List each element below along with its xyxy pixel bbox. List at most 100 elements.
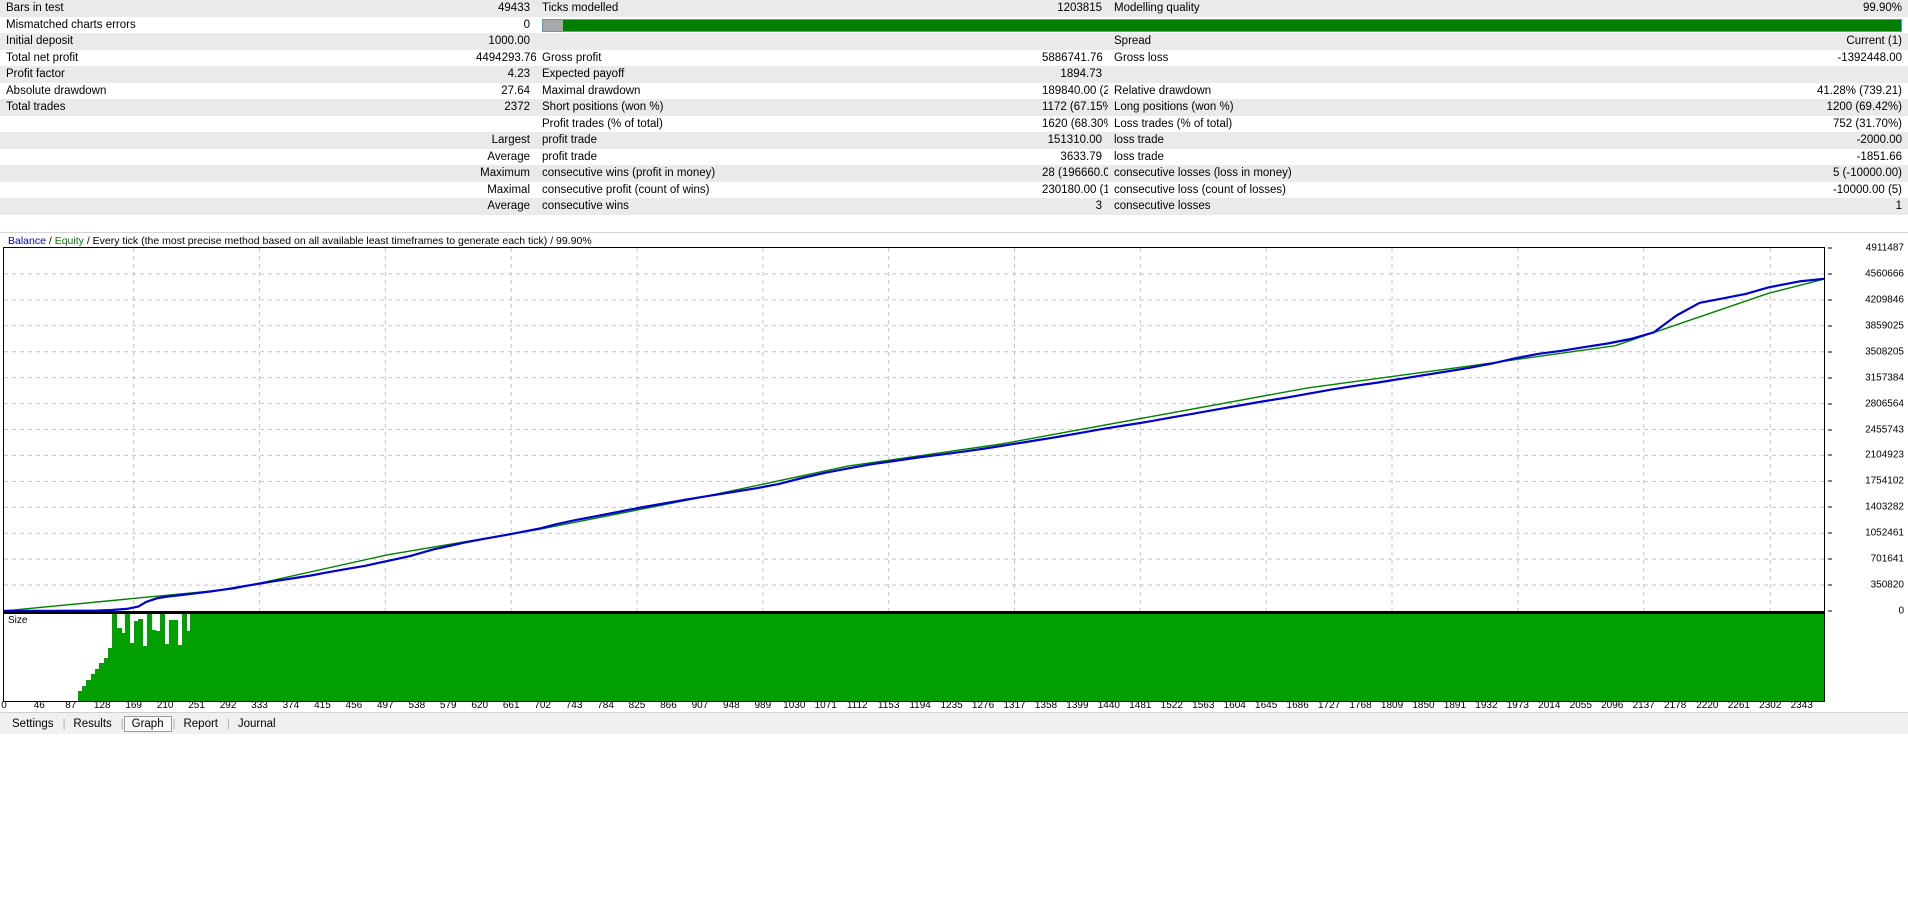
stat-label-2: Expected payoff [542, 68, 625, 80]
x-axis-tick-label: 1030 [783, 700, 806, 711]
y-axis-tick-mark [1828, 325, 1832, 327]
legend-separator: / [45, 235, 55, 247]
stat-label-1: Bars in test [6, 2, 64, 14]
progressbar-green-segment [563, 19, 1901, 31]
stat-label-1: Total net profit [6, 51, 79, 64]
tab-settings[interactable]: Settings [4, 716, 62, 732]
y-axis-tick-mark [1828, 480, 1832, 482]
x-axis-tick-label: 415 [314, 700, 331, 711]
x-axis-tick-label: 128 [93, 700, 111, 711]
x-axis-tick-label: 497 [376, 700, 394, 711]
y-axis-tick-label: 350820 [1870, 579, 1904, 591]
stat-label-2: consecutive wins [542, 200, 629, 212]
stat-value-3: 99.90% [1862, 2, 1902, 14]
x-axis-tick-label: 702 [534, 700, 551, 711]
y-axis-tick-mark [1828, 403, 1832, 405]
y-axis-tick-mark [1828, 558, 1832, 560]
stat-value-1: 4494293.76 [476, 51, 536, 64]
stat-label-2: consecutive profit (count of wins) [542, 183, 710, 196]
x-axis-tick-label: 1399 [1066, 700, 1089, 711]
y-axis-tick-mark [1828, 299, 1832, 301]
y-axis-tick-mark [1828, 506, 1832, 508]
y-axis-tick-label: 1403282 [1865, 501, 1904, 513]
x-axis-tick-label: 1850 [1412, 700, 1435, 711]
table-row: Profit trades (% of total) 1620 (68.30%) L… [0, 115, 1908, 133]
y-axis-tick-label: 0 [1898, 605, 1904, 617]
tab-graph[interactable]: Graph [123, 715, 172, 732]
stat-value-2: 5886741.76 [1042, 51, 1103, 64]
balance-equity-curve [4, 248, 1824, 611]
y-axis-tick-label: 3859025 [1865, 320, 1904, 332]
histogram-bar [1819, 614, 1824, 701]
x-axis-tick-label: 0 [1, 700, 7, 711]
stat-label-1: Initial deposit [6, 35, 74, 47]
stat-label-2: Profit trades (% of total) [542, 117, 663, 130]
tab-results[interactable]: Results [65, 716, 119, 732]
histogram-label: Size [8, 615, 28, 626]
modelling-quality-bar-cell [536, 17, 1908, 34]
x-axis-tick-label: 2137 [1632, 700, 1655, 711]
stat-value-1: 4.23 [507, 68, 530, 80]
stat-label-2: Maximal drawdown [542, 84, 641, 97]
x-axis-tick-label: 1194 [909, 700, 931, 711]
stat-value-1 [470, 116, 536, 133]
x-axis-tick-label: 87 [65, 700, 77, 711]
y-axis-tick-label: 2806564 [1865, 398, 1904, 410]
x-axis-tick-label: 907 [691, 700, 709, 711]
stat-label-3: Gross loss [1114, 51, 1169, 64]
stat-label-3: loss trade [1114, 150, 1164, 163]
stat-value-3: -2000.00 [1856, 134, 1902, 146]
stat-label-2: profit trade [542, 134, 597, 146]
stat-value-3: -10000.00 (5) [1832, 183, 1902, 196]
x-axis-tick-label: 1112 [846, 700, 868, 711]
legend-equity-label[interactable]: Equity [55, 235, 84, 247]
stat-value-1: Maximum [480, 167, 530, 179]
x-axis-tick-label: 374 [282, 700, 300, 711]
y-axis-tick-label: 4911487 [1865, 242, 1904, 254]
lot-size-histogram-panel[interactable]: Size [3, 612, 1825, 702]
y-axis-tick-label: 4560666 [1865, 268, 1904, 280]
x-axis-tick-label: 1727 [1317, 700, 1341, 711]
histogram-bars [4, 614, 1824, 701]
progressbar-grey-segment [543, 19, 563, 31]
stat-value-2: 1894.73 [1060, 68, 1102, 80]
stat-label-3: loss trade [1114, 134, 1164, 146]
chart-plot-area[interactable] [3, 247, 1825, 612]
stat-value-2: 1620 (68.30%) [1042, 117, 1108, 130]
x-axis-tick-label: 1645 [1255, 700, 1278, 711]
x-axis-tick-label: 2014 [1538, 700, 1561, 711]
stat-value-1: 27.64 [501, 84, 530, 97]
stat-label-3: consecutive losses [1114, 200, 1211, 212]
x-axis-tick-label: 169 [125, 700, 142, 711]
stat-value-2: 28 (196660.00) [1042, 167, 1108, 179]
stat-value-1: Maximal [487, 183, 530, 196]
table-row: Initial deposit 1000.00 Spread Current (1) [0, 33, 1908, 50]
x-axis-tick-label: 456 [345, 700, 363, 711]
stat-value-2 [1036, 33, 1108, 50]
y-axis-tick-mark [1828, 454, 1832, 456]
x-axis-tick-label: 538 [408, 700, 426, 711]
legend-balance-label[interactable]: Balance [8, 235, 46, 247]
x-axis-tick-label: 989 [754, 700, 772, 711]
x-axis-tick-label: 743 [565, 700, 583, 711]
x-axis-tick-label: 1768 [1349, 700, 1372, 711]
x-axis-tick-label: 1973 [1506, 700, 1529, 711]
stat-label-3: consecutive losses (loss in money) [1114, 167, 1292, 179]
stat-label-2: profit trade [542, 150, 597, 163]
stat-value-2: 3633.79 [1060, 150, 1102, 163]
x-axis-tick-label: 2261 [1727, 700, 1750, 711]
table-row: Profit factor 4.23 Expected payoff 1894.73 [0, 66, 1908, 83]
stat-label-1 [0, 132, 470, 149]
stat-value-2: 1203815 [1057, 2, 1102, 14]
y-axis-tick-label: 1052461 [1865, 527, 1904, 539]
x-axis-tick-label: 1358 [1034, 700, 1058, 711]
stat-value-1: Average [487, 200, 530, 212]
x-axis-tick-label: 1317 [1003, 700, 1026, 711]
table-row: Total net profit 4494293.76 Gross profit 58… [0, 49, 1908, 66]
tab-journal[interactable]: Journal [230, 716, 284, 732]
stat-label-1: Total trades [6, 101, 66, 113]
x-axis-tick-label: 948 [723, 700, 740, 711]
tab-report[interactable]: Report [175, 716, 226, 732]
stat-value-2: 189840.00 (28.62%) [1042, 84, 1108, 97]
x-axis-tick-label: 661 [502, 700, 520, 711]
